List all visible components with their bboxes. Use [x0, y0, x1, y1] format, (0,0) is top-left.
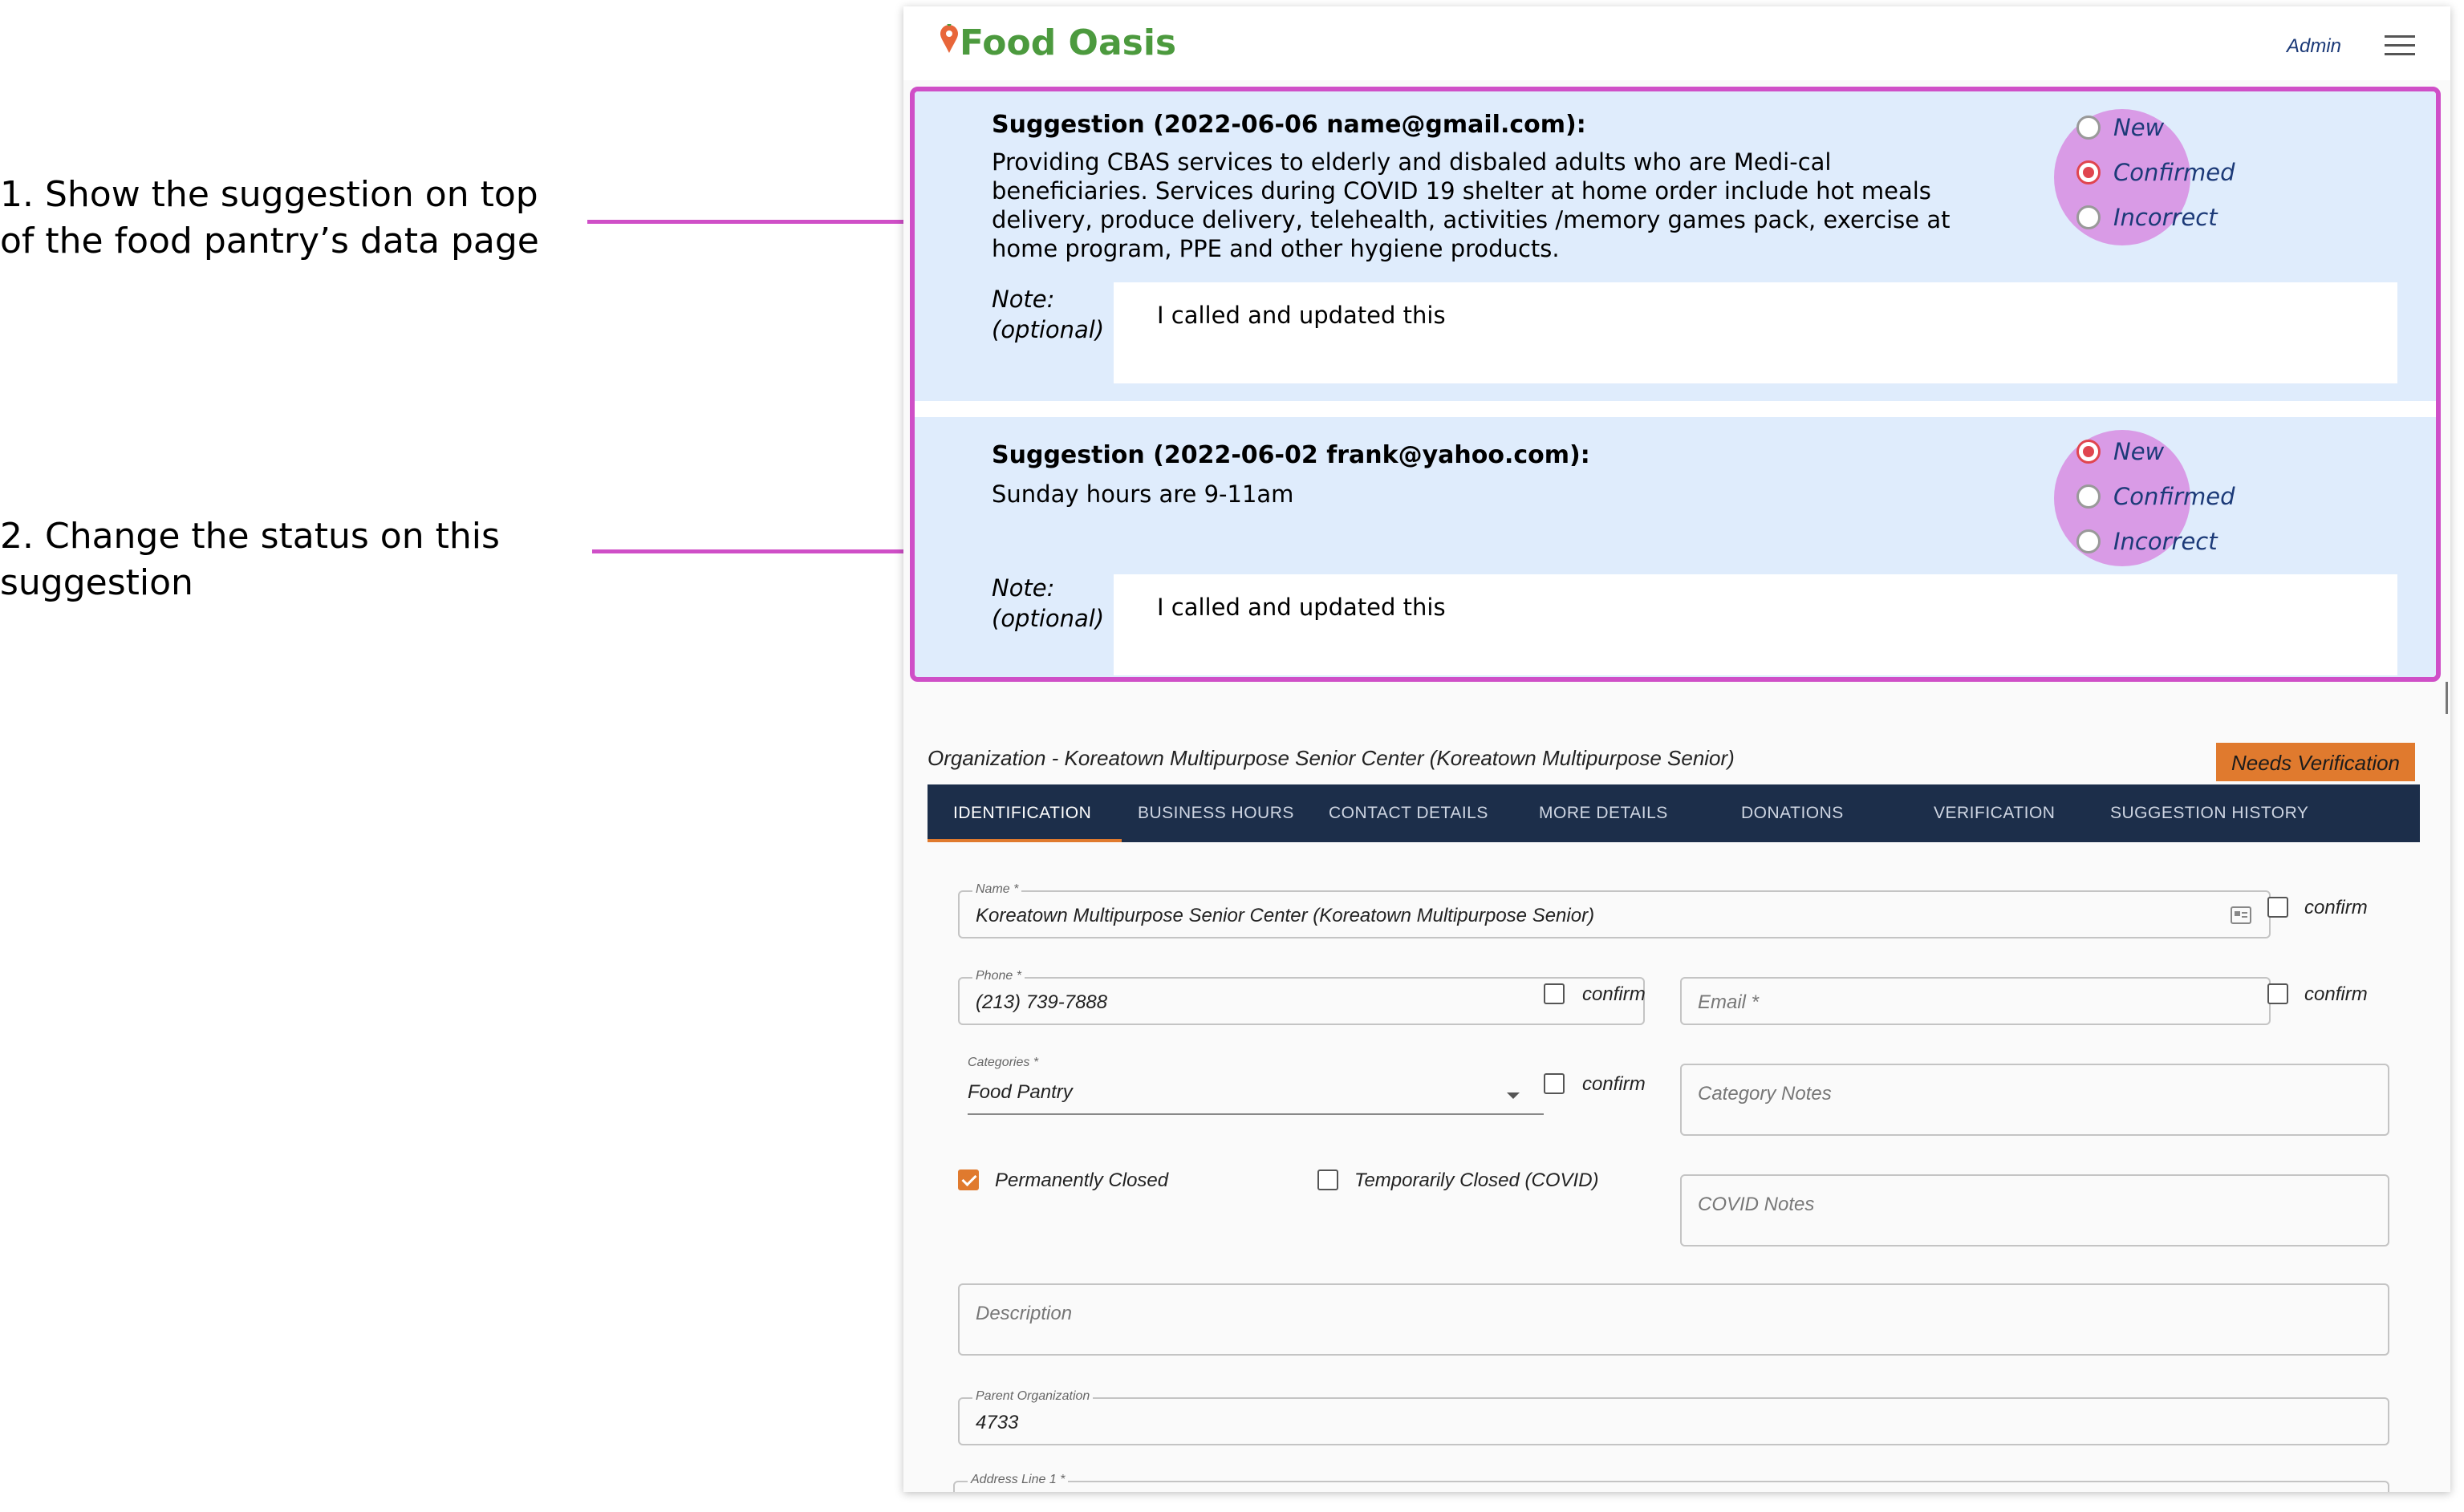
organization-title: Organization - Koreatown Multipurpose Se… [928, 746, 1735, 770]
annotation-step-2: 2. Change the status on this suggestion [0, 516, 500, 603]
tab-identification[interactable]: IDENTIFICATION [953, 784, 1091, 842]
name-field[interactable]: Name * Koreatown Multipurpose Senior Cen… [958, 882, 2271, 938]
field-label: Name * [972, 882, 1022, 897]
note-label: Note: (optional) [992, 286, 1105, 343]
temporarily-closed-checkbox[interactable] [1317, 1169, 1338, 1190]
confirm-label: confirm [2304, 897, 2368, 918]
radio-circle-selected[interactable] [2076, 160, 2101, 184]
connector-line-1 [587, 220, 908, 224]
field-label: Parent Organization [972, 1389, 1094, 1404]
status-badge: Needs Verification [2216, 743, 2415, 781]
confirm-label: confirm [1582, 1073, 1646, 1095]
tab-business-hours[interactable]: BUSINESS HOURS [1138, 784, 1294, 842]
confirm-label: confirm [2304, 983, 2368, 1005]
phone-field[interactable]: Phone * (213) 739-7888 [958, 969, 1645, 1025]
field-value: Koreatown Multipurpose Senior Center (Ko… [976, 905, 1595, 926]
radio-label: Incorrect [2113, 528, 2218, 555]
suggestion-card: Suggestion (2022-06-06 name@gmail.com): … [915, 91, 2436, 401]
note-label: Note: (optional) [992, 574, 1105, 632]
email-placeholder: Email * [1698, 991, 1760, 1013]
tab-bar: IDENTIFICATION BUSINESS HOURS CONTACT DE… [928, 784, 2420, 842]
note-input[interactable]: I called and updated this [1114, 574, 2397, 675]
field-value: (213) 739-7888 [976, 991, 1108, 1013]
covid-notes-placeholder: COVID Notes [1698, 1194, 1815, 1215]
radio-label: Confirmed [2113, 483, 2235, 510]
radio-label: Incorrect [2113, 204, 2218, 231]
category-notes-field[interactable]: Category Notes [1680, 1064, 2389, 1136]
phone-confirm-checkbox[interactable] [1544, 983, 1565, 1004]
suggestions-panel: Suggestion (2022-06-06 name@gmail.com): … [910, 87, 2441, 682]
parent-organization-field[interactable]: Parent Organization 4733 [958, 1389, 2389, 1445]
tab-contact-details[interactable]: CONTACT DETAILS [1329, 784, 1488, 842]
covid-notes-field[interactable]: COVID Notes [1680, 1174, 2389, 1246]
categories-value: Food Pantry [968, 1081, 1073, 1103]
tab-verification[interactable]: VERIFICATION [1934, 784, 2055, 842]
carrot-pin-icon [940, 24, 958, 53]
description-field[interactable]: Description [958, 1283, 2389, 1356]
category-notes-placeholder: Category Notes [1698, 1083, 1832, 1105]
admin-menu-link[interactable]: Admin [2287, 35, 2341, 58]
annotation-step-1: 1. Show the suggestion on top of the foo… [0, 174, 539, 261]
radio-circle[interactable] [2076, 116, 2101, 140]
permanently-closed-label: Permanently Closed [995, 1169, 1169, 1191]
suggestion-title: Suggestion (2022-06-02 frank@yahoo.com): [992, 441, 1590, 469]
app-header: Food Oasis Admin [903, 6, 2450, 80]
radio-label: Confirmed [2113, 159, 2235, 186]
radio-circle[interactable] [2076, 205, 2101, 229]
field-value: 4733 [976, 1412, 1019, 1433]
tab-more-details[interactable]: MORE DETAILS [1539, 784, 1668, 842]
radio-label: New [2113, 438, 2165, 465]
chevron-down-icon[interactable] [1507, 1092, 1520, 1099]
note-input[interactable]: I called and updated this [1114, 282, 2397, 383]
tab-donations[interactable]: DONATIONS [1741, 784, 1844, 842]
suggestion-card: Suggestion (2022-06-02 frank@yahoo.com):… [915, 417, 2436, 677]
confirm-label: confirm [1582, 983, 1646, 1005]
email-confirm-checkbox[interactable] [2267, 983, 2288, 1004]
radio-circle-selected[interactable] [2076, 440, 2101, 464]
suggestion-body: Sunday hours are 9-11am [992, 480, 1294, 508]
suggestion-body: Providing CBAS services to elderly and d… [992, 148, 1950, 262]
suggestion-title: Suggestion (2022-06-06 name@gmail.com): [992, 111, 1586, 139]
field-label: Address Line 1 * [968, 1473, 1069, 1487]
name-confirm-checkbox[interactable] [2267, 897, 2288, 918]
radio-circle[interactable] [2076, 529, 2101, 553]
contact-card-icon [2231, 906, 2251, 924]
radio-circle[interactable] [2076, 484, 2101, 509]
app-logo[interactable]: Food Oasis [960, 22, 1176, 63]
categories-confirm-checkbox[interactable] [1544, 1073, 1565, 1094]
email-field[interactable]: Email * [1680, 977, 2271, 1025]
scrollbar[interactable] [2446, 682, 2448, 714]
temporarily-closed-label: Temporarily Closed (COVID) [1354, 1169, 1599, 1191]
app-window: Food Oasis Admin Suggestion (2022-06-06 … [903, 6, 2450, 1492]
field-label: Phone * [972, 969, 1025, 983]
description-placeholder: Description [976, 1303, 1073, 1324]
tab-suggestion-history[interactable]: SUGGESTION HISTORY [2110, 784, 2308, 842]
radio-label: New [2113, 114, 2165, 141]
categories-label: Categories * [968, 1056, 1039, 1069]
hamburger-menu-icon[interactable] [2385, 35, 2415, 58]
address-line-1-field[interactable]: Address Line 1 * [953, 1473, 2389, 1492]
permanently-closed-checkbox[interactable] [958, 1169, 979, 1190]
active-tab-indicator [928, 839, 1122, 842]
